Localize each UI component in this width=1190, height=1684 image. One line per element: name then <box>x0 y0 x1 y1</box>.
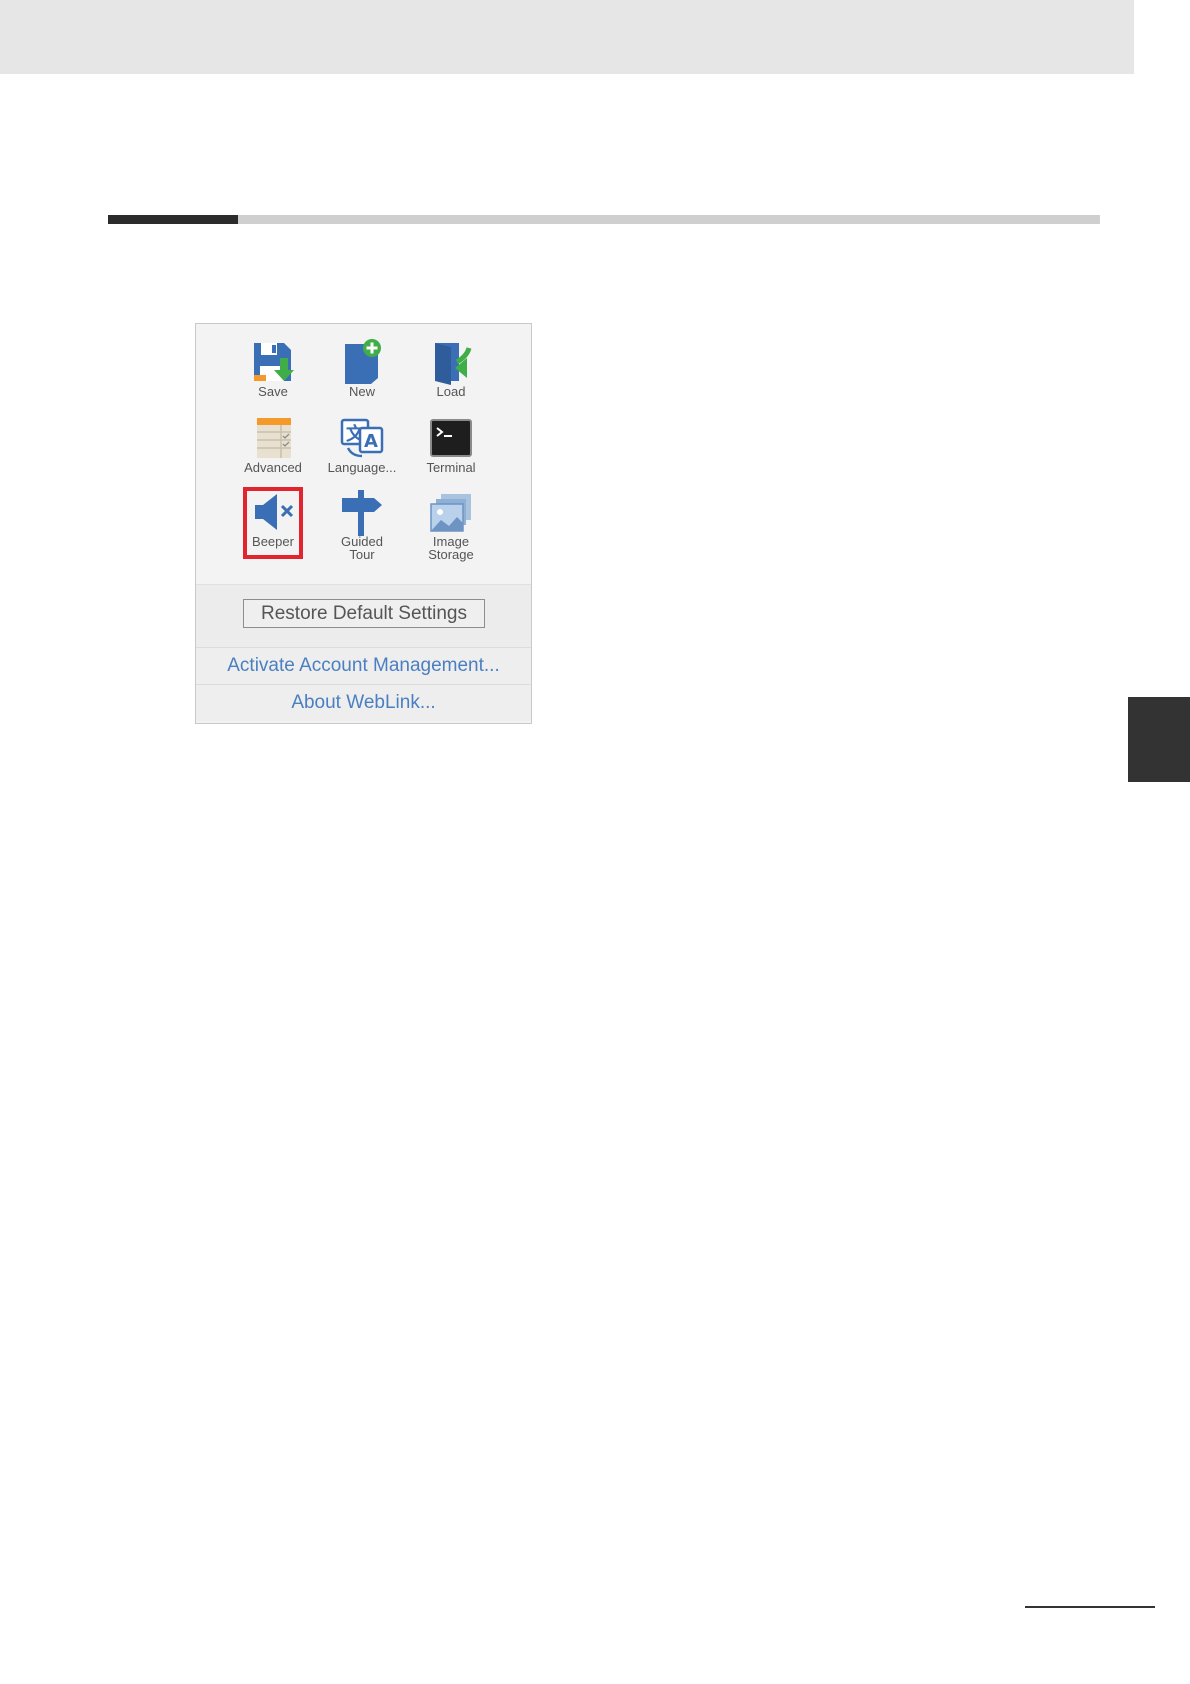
activate-account-management-link[interactable]: Activate Account Management... <box>196 647 531 684</box>
chapter-tab <box>1128 697 1190 782</box>
menu-icon-grid: Save New Load Advanced 文 A Language... T… <box>196 324 531 584</box>
restore-default-settings-button[interactable]: Restore Default Settings <box>243 599 485 628</box>
new-button[interactable]: New <box>324 338 400 399</box>
section-rule-accent <box>108 215 238 224</box>
save-icon <box>254 343 294 381</box>
terminal-icon <box>430 419 472 457</box>
new-label: New <box>348 384 375 399</box>
guided-tour-button[interactable]: Guided Tour <box>324 488 400 562</box>
advanced-button[interactable]: Advanced <box>235 414 311 475</box>
advanced-label: Advanced <box>244 460 302 475</box>
svg-text:A: A <box>364 431 378 452</box>
settings-menu: Save New Load Advanced 文 A Language... T… <box>195 323 532 724</box>
signpost-icon <box>342 490 382 536</box>
save-button[interactable]: Save <box>235 338 311 399</box>
load-icon <box>435 343 472 385</box>
save-label: Save <box>258 384 288 399</box>
section-rule <box>108 215 1100 224</box>
advanced-icon <box>257 418 291 458</box>
load-button[interactable]: Load <box>413 338 489 399</box>
page-header-band <box>0 0 1134 74</box>
footer-rule <box>1025 1606 1155 1608</box>
new-icon <box>345 339 381 384</box>
language-label: Language... <box>327 460 397 475</box>
restore-section: Restore Default Settings <box>196 584 531 648</box>
highlight-frame <box>243 487 303 559</box>
terminal-label: Terminal <box>426 460 476 475</box>
image-stack-icon <box>430 494 471 532</box>
language-icon: 文 A <box>340 418 384 458</box>
language-button[interactable]: 文 A Language... <box>324 414 400 475</box>
about-weblink-link[interactable]: About WebLink... <box>196 684 531 721</box>
guided-tour-label-line2: Tour <box>349 547 375 562</box>
image-storage-button[interactable]: Image Storage <box>413 488 489 562</box>
load-label: Load <box>436 384 466 399</box>
image-storage-label-line2: Storage <box>428 547 474 562</box>
terminal-button[interactable]: Terminal <box>413 414 489 475</box>
